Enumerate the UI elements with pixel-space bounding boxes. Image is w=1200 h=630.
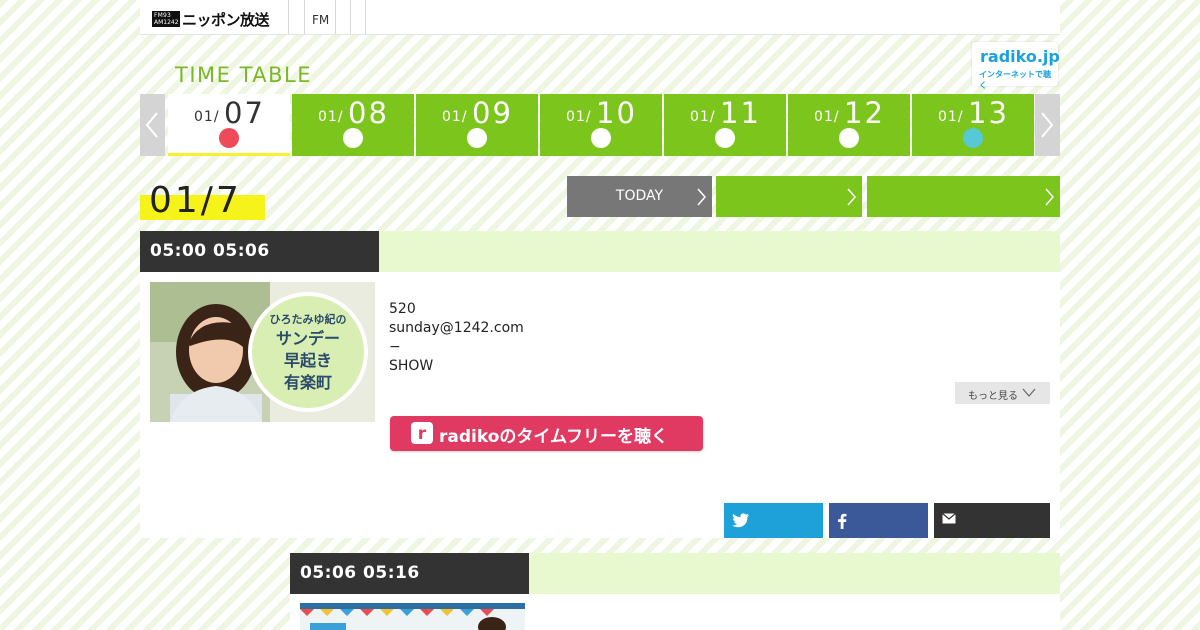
station-logo[interactable]: FM93 AM1242 ニッポン放送 — [152, 10, 270, 29]
program-image[interactable]: ひろたみゆ紀の サンデー 早起き 有楽町 — [150, 282, 375, 422]
date-month: 01/ — [814, 109, 840, 125]
chevron-left-icon — [145, 112, 158, 138]
program-artwork — [300, 603, 525, 630]
more-label: もっと見る — [968, 391, 1018, 402]
chevron-right-icon — [847, 188, 856, 206]
logo-text: ニッポン放送 — [182, 10, 270, 29]
date-tab-3[interactable]: 01/10 — [540, 94, 662, 156]
nav-divider — [304, 0, 305, 34]
program-info-line: − — [389, 339, 401, 355]
date-status-dot — [591, 128, 611, 148]
date-status-dot — [963, 128, 983, 148]
date-month: 01/ — [194, 109, 220, 125]
twitter-icon — [732, 513, 749, 528]
timetable-title: TIME TABLE — [175, 63, 313, 87]
program-info-line: 520 — [389, 301, 416, 317]
program-title-bar — [379, 231, 1060, 272]
nav-divider — [335, 0, 336, 34]
date-tab-2[interactable]: 01/09 — [416, 94, 538, 156]
radiko-timefree-label: radikoのタイムフリーを聴く — [439, 427, 669, 447]
date-status-dot — [467, 128, 487, 148]
nav-divider — [365, 0, 366, 34]
date-status-dot — [715, 128, 735, 148]
date-day: 12 — [844, 96, 885, 130]
artwork-text-2: サンデー — [276, 329, 340, 348]
mail-icon — [942, 513, 956, 524]
date-tab-4[interactable]: 01/11 — [664, 94, 786, 156]
program-email[interactable]: sunday@1242.com — [389, 319, 524, 338]
program-time: 05:06 05:16 — [300, 563, 420, 583]
program-time: 05:00 05:06 — [150, 241, 270, 261]
date-day: 07 — [224, 96, 265, 130]
date-month: 01/ — [690, 109, 716, 125]
date-tab-6[interactable]: 01/13 — [912, 94, 1034, 156]
date-status-dot — [219, 128, 239, 148]
program-info: 520 sunday@1242.com − SHOW — [389, 300, 524, 376]
share-mail-button[interactable] — [934, 503, 1050, 538]
current-date: 01/7 — [149, 180, 242, 221]
chevron-down-icon — [1022, 388, 1036, 397]
date-day: 09 — [472, 96, 513, 130]
radiko-timefree-button[interactable]: r radikoのタイムフリーを聴く — [390, 416, 703, 451]
date-tab-1[interactable]: 01/08 — [292, 94, 414, 156]
chevron-right-icon — [1041, 112, 1054, 138]
share-facebook-button[interactable] — [829, 503, 928, 538]
program-time-header: 05:00 05:06 — [140, 231, 379, 272]
artwork-text-4: 有楽町 — [284, 373, 332, 392]
program-image[interactable] — [300, 603, 525, 630]
more-button[interactable]: もっと見る — [955, 382, 1050, 404]
nav-item-fm[interactable]: FM — [312, 13, 329, 27]
artwork-text-3: 早起き — [284, 351, 332, 370]
radiko-tagline: インターネットで聴く — [979, 70, 1051, 90]
prev-week-button[interactable] — [140, 94, 165, 156]
program-info-line: SHOW — [389, 358, 434, 374]
date-day: 11 — [720, 96, 761, 130]
date-tab-5[interactable]: 01/12 — [788, 94, 910, 156]
radiko-link[interactable]: radiko.jp インターネットで聴く — [972, 42, 1060, 90]
action-button-2[interactable] — [716, 176, 862, 217]
nav-divider — [350, 0, 351, 34]
date-day: 13 — [968, 96, 1009, 130]
share-twitter-button[interactable] — [724, 503, 823, 538]
date-status-dot — [839, 128, 859, 148]
radiko-icon: r — [411, 422, 433, 444]
artwork-text-1: ひろたみゆ紀の — [270, 312, 347, 326]
today-button[interactable]: TODAY — [567, 176, 712, 217]
program-time-header: 05:06 05:16 — [290, 553, 529, 594]
date-month: 01/ — [442, 109, 468, 125]
date-status-dot — [343, 128, 363, 148]
date-day: 08 — [348, 96, 389, 130]
program-title-bar — [529, 553, 1060, 594]
date-month: 01/ — [318, 109, 344, 125]
facebook-icon — [838, 513, 847, 529]
radiko-logo: radiko.jp — [980, 47, 1060, 66]
svg-text:r: r — [418, 424, 427, 444]
top-nav: FM93 AM1242 ニッポン放送 FM — [140, 0, 1060, 35]
today-label: TODAY — [615, 188, 664, 204]
chevron-right-icon — [697, 188, 706, 206]
action-button-3[interactable] — [867, 176, 1060, 217]
logo-badge: FM93 AM1242 — [152, 11, 180, 27]
date-month: 01/ — [938, 109, 964, 125]
date-tab-0[interactable]: 01/07 — [168, 94, 290, 156]
date-day: 10 — [596, 96, 637, 130]
program-artwork: ひろたみゆ紀の サンデー 早起き 有楽町 — [150, 282, 375, 422]
date-month: 01/ — [566, 109, 592, 125]
next-week-button[interactable] — [1035, 94, 1060, 156]
chevron-right-icon — [1045, 188, 1054, 206]
nav-divider — [288, 0, 289, 34]
